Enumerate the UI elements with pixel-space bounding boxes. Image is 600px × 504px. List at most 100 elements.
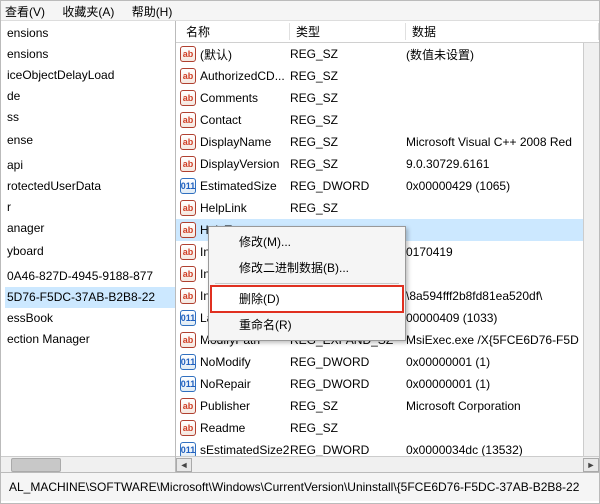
value-data: \8a594fff2b8fd81ea520df\ <box>406 289 599 303</box>
value-type: REG_DWORD <box>290 355 406 369</box>
tree-item[interactable]: ection Manager <box>5 329 175 350</box>
scroll-left-icon[interactable]: ◄ <box>176 458 192 472</box>
value-name: AuthorizedCD... <box>200 69 285 83</box>
ctx-separator <box>215 283 399 284</box>
menubar: 查看(V) 收藏夹(A) 帮助(H) <box>1 1 599 21</box>
scroll-thumb[interactable] <box>11 458 61 472</box>
binary-value-icon: 011 <box>180 442 196 456</box>
string-value-icon: ab <box>180 134 196 150</box>
table-row[interactable]: 011 NoRepair REG_DWORD0x00000001 (1) <box>176 373 599 395</box>
table-row[interactable]: 011 sEstimatedSize2REG_DWORD0x0000034dc (… <box>176 439 599 456</box>
value-type: REG_SZ <box>290 69 406 83</box>
registry-tree[interactable]: ensionsensionsiceObjectDelayLoaddessense… <box>1 21 175 456</box>
value-type: REG_SZ <box>290 399 406 413</box>
scroll-right-icon[interactable]: ► <box>583 458 599 472</box>
menu-view[interactable]: 查看(V) <box>5 5 45 19</box>
value-data: 0x00000001 (1) <box>406 377 599 391</box>
value-name: Publisher <box>200 399 250 413</box>
table-row[interactable]: 011 NoModify REG_DWORD0x00000001 (1) <box>176 351 599 373</box>
ctx-modify[interactable]: 修改(M)... <box>211 229 403 255</box>
header-type[interactable]: 类型 <box>290 23 406 40</box>
value-name: HelpLink <box>200 201 247 215</box>
string-value-icon: ab <box>180 244 196 260</box>
value-data: 0x00000429 (1065) <box>406 179 599 193</box>
table-row[interactable]: ab(默认)REG_SZ(数值未设置) <box>176 43 599 65</box>
value-data: Microsoft Visual C++ 2008 Red <box>406 135 599 149</box>
binary-value-icon: 011 <box>180 178 196 194</box>
table-row[interactable]: ab DisplayName REG_SZMicrosoft Visual C++ … <box>176 131 599 153</box>
column-headers: 名称 类型 数据 <box>176 21 599 43</box>
value-type: REG_DWORD <box>290 443 406 456</box>
string-value-icon: ab <box>180 222 196 238</box>
header-data[interactable]: 数据 <box>406 23 599 40</box>
string-value-icon: ab <box>180 156 196 172</box>
menu-help[interactable]: 帮助(H) <box>132 5 173 19</box>
tree-item[interactable]: de <box>5 86 175 107</box>
value-type: REG_SZ <box>290 113 406 127</box>
tree-item[interactable]: iceObjectDelayLoad <box>5 65 175 86</box>
table-row[interactable]: abCommentsREG_SZ <box>176 87 599 109</box>
tree-item[interactable]: yboard <box>5 241 175 262</box>
tree-item[interactable]: r <box>5 197 175 218</box>
table-row[interactable]: 011 EstimatedSize REG_DWORD0x00000429 (106… <box>176 175 599 197</box>
string-value-icon: ab <box>180 90 196 106</box>
table-row[interactable]: abHelpLinkREG_SZ <box>176 197 599 219</box>
value-data: 0170419 <box>406 245 599 259</box>
tree-pane: ensionsensionsiceObjectDelayLoaddessense… <box>1 21 176 472</box>
value-name: NoModify <box>200 355 251 369</box>
value-name: DisplayVersion <box>200 157 279 171</box>
ctx-delete[interactable]: 删除(D) <box>211 286 403 312</box>
string-value-icon: ab <box>180 68 196 84</box>
binary-value-icon: 011 <box>180 354 196 370</box>
value-data: 00000409 (1033) <box>406 311 599 325</box>
list-hscrollbar[interactable]: ◄ ► <box>176 456 599 472</box>
string-value-icon: ab <box>180 398 196 414</box>
value-name: DisplayName <box>200 135 271 149</box>
table-row[interactable]: ab Contact REG_SZ <box>176 109 599 131</box>
value-name: (默认) <box>200 46 232 63</box>
list-vscrollbar[interactable] <box>583 43 599 456</box>
table-row[interactable]: ab DisplayVersion REG_SZ9.0.30729.6161 <box>176 153 599 175</box>
value-name: NoRepair <box>200 377 251 391</box>
value-name: EstimatedSize <box>200 179 277 193</box>
value-type: REG_DWORD <box>290 179 406 193</box>
header-name[interactable]: 名称 <box>180 23 290 40</box>
value-data: MsiExec.exe /X{5FCE6D76-F5D <box>406 333 599 347</box>
string-value-icon: ab <box>180 200 196 216</box>
binary-value-icon: 011 <box>180 310 196 326</box>
string-value-icon: ab <box>180 288 196 304</box>
value-name: sEstimatedSize2 <box>200 443 289 456</box>
binary-value-icon: 011 <box>180 376 196 392</box>
value-type: REG_SZ <box>290 157 406 171</box>
value-data: 9.0.30729.6161 <box>406 157 599 171</box>
tree-item[interactable]: ensions <box>5 23 175 44</box>
tree-item[interactable]: 0A46-827D-4945-9188-877 <box>5 266 175 287</box>
tree-item[interactable]: ss <box>5 107 175 128</box>
value-name: Contact <box>200 113 241 127</box>
table-row[interactable]: abPublisherREG_SZMicrosoft Corporation <box>176 395 599 417</box>
string-value-icon: ab <box>180 332 196 348</box>
string-value-icon: ab <box>180 112 196 128</box>
value-data: 0x00000001 (1) <box>406 355 599 369</box>
tree-item[interactable]: ensions <box>5 44 175 65</box>
tree-item[interactable]: rotectedUserData <box>5 176 175 197</box>
tree-item[interactable]: api <box>5 155 175 176</box>
tree-hscrollbar[interactable] <box>1 456 175 472</box>
table-row[interactable]: ab Readme REG_SZ <box>176 417 599 439</box>
value-data: 0x0000034dc (13532) <box>406 443 599 456</box>
tree-item[interactable]: essBook <box>5 308 175 329</box>
string-value-icon: ab <box>180 46 196 62</box>
table-row[interactable]: ab AuthorizedCD... REG_SZ <box>176 65 599 87</box>
menu-favorites[interactable]: 收藏夹(A) <box>62 5 114 19</box>
tree-item[interactable]: anager <box>5 218 175 239</box>
value-type: REG_SZ <box>290 421 406 435</box>
value-data: (数值未设置) <box>406 46 599 63</box>
value-name: Readme <box>200 421 245 435</box>
tree-item[interactable]: ense <box>5 130 175 151</box>
string-value-icon: ab <box>180 420 196 436</box>
ctx-rename[interactable]: 重命名(R) <box>211 312 403 338</box>
ctx-modify-binary[interactable]: 修改二进制数据(B)... <box>211 255 403 281</box>
value-type: REG_SZ <box>290 135 406 149</box>
value-type: REG_DWORD <box>290 377 406 391</box>
tree-item[interactable]: 5D76-F5DC-37AB-B2B8-22 <box>5 287 175 308</box>
